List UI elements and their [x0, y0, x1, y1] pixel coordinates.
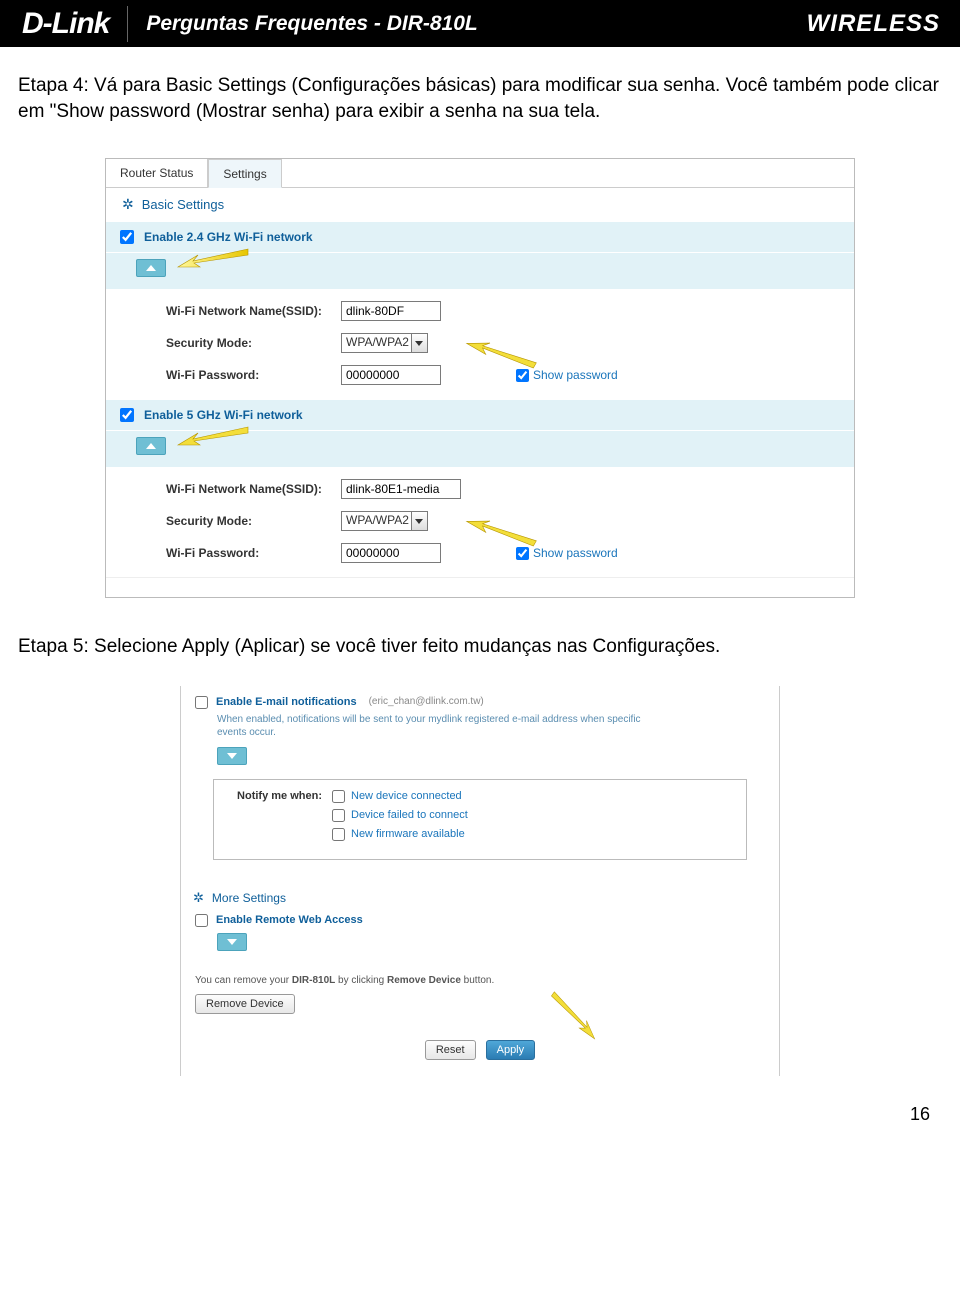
showpw-24-label: Show password [533, 368, 618, 382]
tab-router-status[interactable]: Router Status [106, 159, 208, 187]
email-desc: When enabled, notifications will be sent… [217, 713, 657, 739]
enable-5ghz-checkbox[interactable] [120, 408, 134, 422]
opt-firmware-checkbox[interactable] [332, 828, 345, 841]
section-title: Basic Settings [142, 197, 224, 212]
enable-24ghz-checkbox[interactable] [120, 230, 134, 244]
pw-5-input[interactable] [341, 543, 441, 563]
ssid-24-input[interactable] [341, 301, 441, 321]
more-settings-label: More Settings [212, 891, 286, 905]
screenshot-basic-settings: Router Status Settings ✲ Basic Settings … [105, 158, 855, 598]
ssid-5-label: Wi-Fi Network Name(SSID): [166, 482, 341, 496]
chevron-down-icon [411, 334, 427, 352]
opt-failed-checkbox[interactable] [332, 809, 345, 822]
enable-email-sub: (eric_chan@dlink.com.tw) [369, 696, 484, 707]
collapse-5-button[interactable] [136, 437, 166, 455]
enable-email-checkbox[interactable] [195, 696, 208, 709]
enable-email-label: Enable E-mail notifications [216, 696, 357, 708]
wireless-label: WIRELESS [807, 10, 940, 38]
tab-settings[interactable]: Settings [208, 159, 281, 188]
footer-gap [106, 577, 854, 597]
showpw-5-label: Show password [533, 546, 618, 560]
remote-access-block: Enable Remote Web Access [181, 914, 779, 965]
page-title: Perguntas Frequentes - DIR-810L [146, 12, 477, 36]
chevron-down-icon [411, 512, 427, 530]
form-24ghz: Wi-Fi Network Name(SSID): Security Mode:… [106, 289, 854, 399]
mode-24-value: WPA/WPA2 [346, 335, 409, 349]
collapse-24-button[interactable] [136, 259, 166, 277]
tabs-row: Router Status Settings [106, 159, 854, 188]
enable-remote-checkbox[interactable] [195, 914, 208, 927]
expand-email-button[interactable] [217, 747, 247, 765]
showpw-24-checkbox[interactable] [516, 369, 529, 382]
ssid-24-label: Wi-Fi Network Name(SSID): [166, 304, 341, 318]
remove-text-e: button. [461, 975, 494, 986]
ssid-5-input[interactable] [341, 479, 461, 499]
mode-24-label: Security Mode: [166, 336, 341, 350]
apply-button[interactable]: Apply [486, 1040, 536, 1060]
mode-5-label: Security Mode: [166, 514, 341, 528]
brand-text: D-Link [22, 7, 109, 41]
remove-device-button[interactable]: Remove Device [195, 994, 295, 1014]
gear-icon: ✲ [193, 890, 204, 906]
step5-text: Etapa 5: Selecione Apply (Aplicar) se vo… [0, 626, 960, 672]
page-header: D-Link Perguntas Frequentes - DIR-810L W… [0, 0, 960, 47]
section-basic-settings: ✲ Basic Settings [106, 188, 854, 221]
more-settings-header: ✲ More Settings [181, 882, 779, 914]
page-number: 16 [0, 1104, 960, 1145]
pw-5-label: Wi-Fi Password: [166, 546, 341, 560]
band-24ghz-header: Enable 2.4 GHz Wi-Fi network [106, 221, 854, 253]
notify-options-box: Notify me when: New device connected Dev… [213, 779, 747, 860]
pw-24-label: Wi-Fi Password: [166, 368, 341, 382]
opt-new-device-checkbox[interactable] [332, 790, 345, 803]
remove-device-block: You can remove your DIR-810L by clicking… [181, 965, 779, 1030]
form-5ghz: Wi-Fi Network Name(SSID): Security Mode:… [106, 467, 854, 577]
notify-label: Notify me when: [232, 790, 322, 802]
showpw-5-checkbox[interactable] [516, 547, 529, 560]
band-5ghz-header: Enable 5 GHz Wi-Fi network [106, 399, 854, 431]
band-24ghz-collapse-row [106, 253, 854, 289]
expand-remote-button[interactable] [217, 933, 247, 951]
gear-icon: ✲ [122, 196, 134, 213]
screenshot-more-settings: Enable E-mail notifications (eric_chan@d… [180, 686, 780, 1076]
vertical-divider [127, 6, 128, 42]
opt-failed-label: Device failed to connect [351, 809, 468, 821]
pw-24-input[interactable] [341, 365, 441, 385]
mode-24-select[interactable]: WPA/WPA2 [341, 333, 428, 353]
remove-text-c: by clicking [335, 975, 387, 986]
remove-text-b: DIR-810L [292, 975, 335, 986]
band-5ghz-collapse-row [106, 431, 854, 467]
opt-new-device-label: New device connected [351, 790, 462, 802]
remove-text-d: Remove Device [387, 975, 461, 986]
reset-button[interactable]: Reset [425, 1040, 476, 1060]
enable-24ghz-label: Enable 2.4 GHz Wi-Fi network [144, 230, 313, 244]
enable-5ghz-label: Enable 5 GHz Wi-Fi network [144, 408, 303, 422]
remove-text-a: You can remove your [195, 975, 292, 986]
mode-5-select[interactable]: WPA/WPA2 [341, 511, 428, 531]
bottom-buttons: Reset Apply [181, 1030, 779, 1076]
step4-text: Etapa 4: Vá para Basic Settings (Configu… [0, 47, 960, 136]
dlink-logo: D-Link [20, 7, 109, 41]
email-notifications-block: Enable E-mail notifications (eric_chan@d… [181, 686, 779, 882]
enable-remote-label: Enable Remote Web Access [216, 914, 363, 926]
opt-firmware-label: New firmware available [351, 828, 465, 840]
mode-5-value: WPA/WPA2 [346, 513, 409, 527]
